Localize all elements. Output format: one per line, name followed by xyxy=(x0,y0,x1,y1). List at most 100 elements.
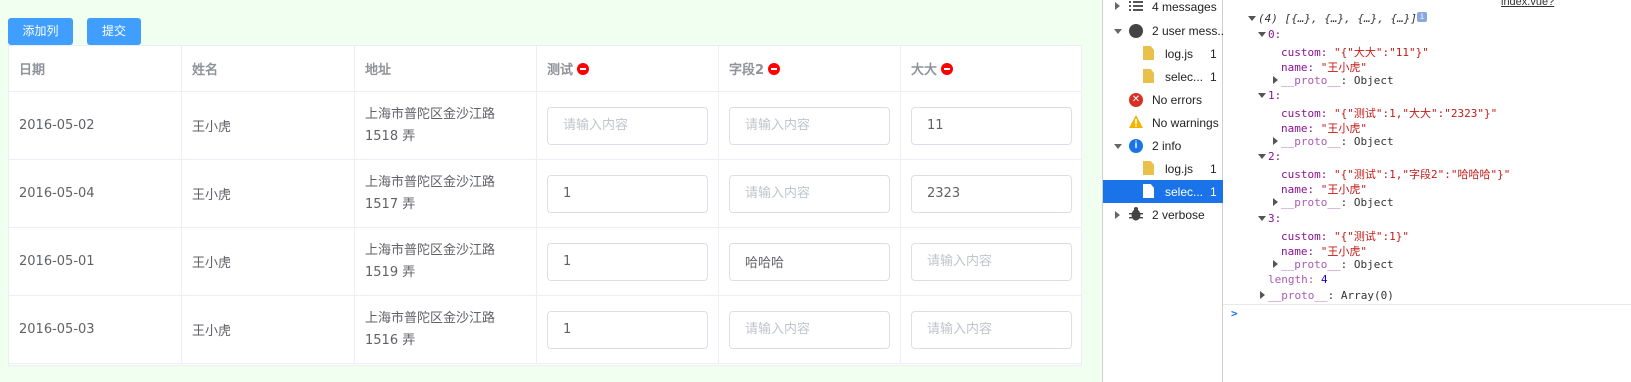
sidebar-item-select[interactable]: selec... 1 xyxy=(1103,65,1223,88)
col1-input[interactable] xyxy=(547,242,708,281)
header-col1-label: 测试 xyxy=(547,63,574,78)
cell-col1 xyxy=(537,228,719,295)
cell-date: 2016-05-04 xyxy=(9,160,182,227)
col1-input[interactable] xyxy=(547,310,708,349)
entry-index: 0: xyxy=(1268,28,1282,41)
header-col1: 测试 xyxy=(537,46,719,91)
array-summary[interactable]: (4) [{…}, {…}, {…}, {…}] xyxy=(1258,12,1417,25)
sidebar-item-log-js[interactable]: log.js 1 xyxy=(1103,42,1223,65)
data-table: 日期 姓名 地址 测试 字段2 大大 2016-05-02 王小虎 上海市普陀区… xyxy=(8,45,1082,366)
col3-input[interactable] xyxy=(911,310,1072,349)
chevron-right-icon[interactable] xyxy=(1260,291,1265,299)
col2-input[interactable] xyxy=(729,174,890,213)
list-icon xyxy=(1129,1,1143,11)
chevron-down-icon[interactable] xyxy=(1258,154,1266,159)
proto-key: __proto__ xyxy=(1281,258,1341,271)
chevron-right-icon[interactable] xyxy=(1273,260,1278,268)
file-icon xyxy=(1143,161,1154,175)
cell-col3 xyxy=(901,296,1081,363)
source-link[interactable]: index.vue? xyxy=(1501,0,1554,8)
sidebar-item-verbose[interactable]: 2 verbose xyxy=(1103,203,1223,226)
header-name: 姓名 xyxy=(182,46,355,91)
proto-key: __proto__ xyxy=(1268,289,1328,302)
error-icon: ✕ xyxy=(1129,93,1143,107)
sidebar-item-count: 1 xyxy=(1210,185,1217,199)
file-icon xyxy=(1143,46,1154,60)
cell-col3 xyxy=(901,160,1081,227)
console-divider xyxy=(1223,304,1631,305)
sidebar-item-count: 1 xyxy=(1210,70,1217,84)
name-key: name: xyxy=(1281,122,1315,135)
info-icon: i xyxy=(1129,139,1143,153)
cell-col1 xyxy=(537,160,719,227)
chevron-down-icon[interactable] xyxy=(1258,32,1266,37)
sidebar-item-label: No errors xyxy=(1152,93,1203,107)
console-prompt[interactable]: > xyxy=(1231,307,1238,320)
sidebar-item-user-messages[interactable]: 2 user mess... xyxy=(1103,19,1227,42)
col3-input[interactable] xyxy=(911,106,1072,145)
chevron-down-icon[interactable] xyxy=(1258,216,1266,221)
length-key: length: xyxy=(1268,273,1315,286)
submit-button[interactable]: 提交 xyxy=(87,18,141,45)
sidebar-item-info[interactable]: i 2 info xyxy=(1103,134,1223,157)
name-value: "王小虎" xyxy=(1320,122,1367,135)
col1-input[interactable] xyxy=(547,174,708,213)
sidebar-item-label: log.js xyxy=(1165,47,1194,61)
cell-col3 xyxy=(901,228,1081,295)
bug-icon xyxy=(1129,207,1143,221)
chevron-right-icon[interactable] xyxy=(1273,76,1278,84)
header-col3: 大大 xyxy=(901,46,1081,91)
custom-value: "{"大大":"11"}" xyxy=(1333,46,1429,59)
chevron-right-icon[interactable] xyxy=(1273,198,1278,206)
sidebar-item-log-js[interactable]: log.js 1 xyxy=(1103,157,1223,180)
cell-col2 xyxy=(719,296,901,363)
sidebar-item-label: selec... xyxy=(1165,70,1204,84)
cell-date: 2016-05-01 xyxy=(9,228,182,295)
sidebar-item-warnings[interactable]: No warnings xyxy=(1103,111,1223,134)
add-column-button[interactable]: 添加列 xyxy=(8,18,73,45)
cell-col3 xyxy=(901,92,1081,159)
console-output: index.vue? (4) [{…}, {…}, {…}, {…}] i 0:… xyxy=(1223,0,1631,382)
header-col2: 字段2 xyxy=(719,46,901,91)
sidebar-item-errors[interactable]: ✕ No errors xyxy=(1103,88,1223,111)
sidebar-item-count: 1 xyxy=(1210,162,1217,176)
remove-column-icon[interactable] xyxy=(768,62,781,75)
name-key: name: xyxy=(1281,245,1315,258)
entry-index: 1: xyxy=(1268,89,1282,102)
cell-address: 上海市普陀区金沙江路 1518 弄 xyxy=(355,92,537,159)
custom-value: "{"测试":1}" xyxy=(1333,230,1409,243)
file-icon xyxy=(1143,69,1154,83)
col2-input[interactable] xyxy=(729,310,890,349)
custom-key: custom: xyxy=(1281,168,1328,181)
cell-name: 王小虎 xyxy=(182,296,355,363)
custom-value: "{"测试":1,"字段2":"哈哈哈"}" xyxy=(1333,168,1511,181)
chevron-down-icon xyxy=(1114,144,1122,149)
col1-input[interactable] xyxy=(547,106,708,145)
cell-col1 xyxy=(537,92,719,159)
name-value: "王小虎" xyxy=(1320,183,1367,196)
custom-value: "{"测试":1,"大大":"2323"}" xyxy=(1333,107,1498,120)
col3-input[interactable] xyxy=(911,242,1072,281)
length-value: 4 xyxy=(1320,273,1328,286)
header-col2-label: 字段2 xyxy=(729,63,765,78)
sidebar-item-select-selected[interactable]: selec... 1 xyxy=(1103,180,1223,203)
entry-index: 3: xyxy=(1268,212,1282,225)
col2-input[interactable] xyxy=(729,106,890,145)
header-date-label: 日期 xyxy=(19,63,46,78)
table-row: 2016-05-04 王小虎 上海市普陀区金沙江路 1517 弄 xyxy=(9,160,1081,228)
proto-key: __proto__ xyxy=(1281,196,1341,209)
chevron-down-icon[interactable] xyxy=(1258,93,1266,98)
cell-address: 上海市普陀区金沙江路 1519 弄 xyxy=(355,228,537,295)
sidebar-item-label: log.js xyxy=(1165,162,1194,176)
header-address-label: 地址 xyxy=(365,63,392,78)
header-date: 日期 xyxy=(9,46,182,91)
cell-address: 上海市普陀区金沙江路 1516 弄 xyxy=(355,296,537,363)
chevron-down-icon[interactable] xyxy=(1248,16,1256,21)
console-sidebar: 4 messages 2 user mess... log.js 1 selec… xyxy=(1102,0,1227,382)
remove-column-icon[interactable] xyxy=(577,62,590,75)
col2-input[interactable] xyxy=(729,242,890,281)
proto-value: : Object xyxy=(1340,135,1394,148)
chevron-right-icon[interactable] xyxy=(1273,137,1278,145)
remove-column-icon[interactable] xyxy=(941,62,954,75)
col3-input[interactable] xyxy=(911,174,1072,213)
